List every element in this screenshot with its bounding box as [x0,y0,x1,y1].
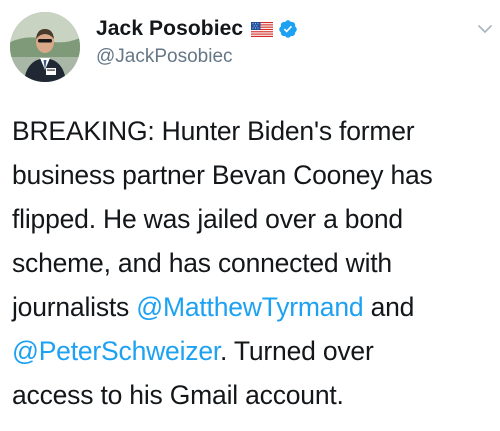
tweet-text-fragment: . Turned over [220,336,374,366]
tweet-text-line: BREAKING: Hunter Biden's former [12,116,415,146]
tweet-text-line: @PeterSchweizer. Turned over [12,329,496,373]
author-handle[interactable]: @JackPosobiec [96,46,233,68]
tweet-text-line: scheme, and has connected with [12,248,392,278]
mention-link-matthewtyrmand[interactable]: @MatthewTyrmand [136,292,363,322]
tweet-text-fragment: journalists [12,292,137,322]
us-flag-icon [251,21,274,37]
tweet-text-line: flipped. He was jailed over a bond [12,204,403,234]
chevron-down-icon[interactable] [476,20,494,38]
avatar-photo-icon [10,12,80,82]
verified-badge-icon [278,19,298,39]
tweet-text-line: access to his Gmail account. [12,380,344,410]
avatar[interactable] [10,12,80,82]
tweet-text-line: business partner Bevan Cooney has [12,160,433,190]
tweet-card: Jack Posobiec @JackPosobiec BREAKING: Hu… [0,0,500,431]
tweet-text: BREAKING: Hunter Biden's former business… [12,109,496,417]
mention-link-peterschweizer[interactable]: @PeterSchweizer [12,336,220,366]
author-display-name[interactable]: Jack Posobiec [96,17,243,41]
author-name-row[interactable]: Jack Posobiec [96,16,298,42]
tweet-text-fragment: and [363,292,415,322]
tweet-text-line: journalists @MatthewTyrmand and [12,285,496,329]
